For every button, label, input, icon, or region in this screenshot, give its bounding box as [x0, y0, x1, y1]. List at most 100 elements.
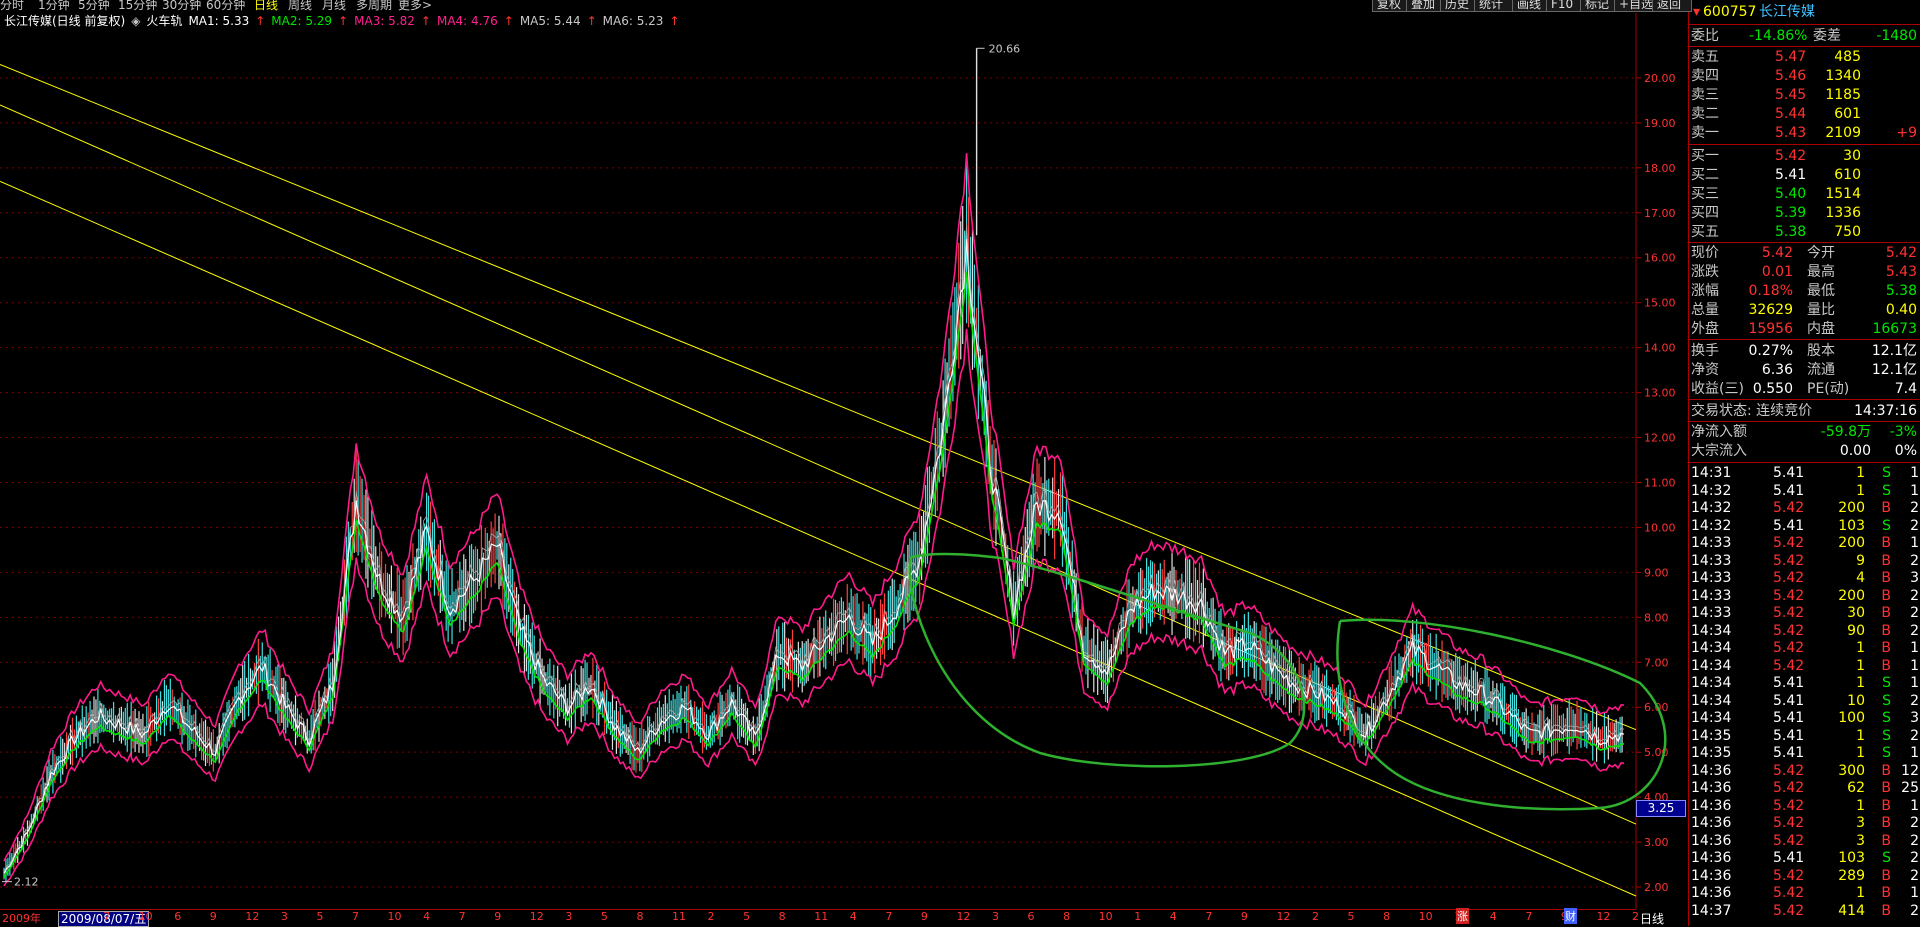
divider [1689, 339, 1920, 340]
x-tick-label: 2 [1632, 910, 1639, 923]
tick-count: 3 [1910, 570, 1919, 586]
stock-header[interactable]: ▾ 600757 长江传媒 [1689, 3, 1920, 21]
tick-row: 14:34 5.41 100 S 3 [1689, 709, 1920, 727]
ma-white [3, 238, 1625, 874]
tick-row: 14:36 5.42 300 B 12 [1689, 762, 1920, 780]
stat-row: 换手 0.27% 股本 12.1亿 [1689, 342, 1920, 360]
tick-direction: S [1882, 675, 1891, 691]
period-tab-2[interactable]: 5分钟 [78, 0, 110, 12]
period-tab-10[interactable]: 更多> [398, 0, 432, 12]
tick-count: 2 [1910, 587, 1919, 604]
tick-direction: B [1881, 832, 1891, 849]
x-tick-label: 5 [316, 910, 324, 923]
tick-volume: 3 [1856, 832, 1865, 849]
tick-row: 14:34 5.42 1 B 1 [1689, 657, 1920, 675]
period-tab-7[interactable]: 周线 [288, 0, 312, 12]
ask-label: 卖五 [1691, 49, 1719, 65]
stat-label: 股本 [1807, 343, 1835, 359]
flow-pct: 0% [1894, 443, 1917, 459]
stat-value: 0.27% [1748, 343, 1793, 359]
tick-count: 1 [1910, 465, 1919, 481]
tick-volume: 300 [1838, 762, 1865, 779]
legend-ma-3: MA3: 5.82 [354, 14, 415, 28]
bid-row: 买五 5.38 750 [1689, 223, 1920, 241]
tick-count: 1 [1910, 657, 1919, 674]
legend-indicator: 火车轨 [146, 14, 183, 28]
legend-ma-4: MA4: 4.76 [436, 14, 498, 28]
period-tab-0[interactable]: 分时 [0, 0, 24, 12]
period-tab-1[interactable]: 1分钟 [38, 0, 70, 12]
period-tab-8[interactable]: 月线 [322, 0, 346, 12]
tick-volume: 3 [1856, 815, 1865, 831]
divider [1689, 242, 1920, 243]
stat-label: 涨跌 [1691, 264, 1719, 280]
x-tick-label: 7 [1525, 910, 1533, 923]
tick-price: 5.41 [1773, 482, 1805, 499]
x-tick-label: 7 [352, 910, 359, 923]
tick-direction: B [1881, 657, 1891, 674]
tick-row: 14:34 5.42 1 B 1 [1689, 639, 1920, 657]
y-tick-label: 11.00 [1644, 476, 1676, 489]
tick-price: 5.41 [1773, 675, 1805, 691]
tick-count: 1 [1910, 482, 1919, 499]
tick-direction: S [1882, 517, 1891, 534]
tick-time: 14:36 [1691, 815, 1732, 831]
ask-label: 卖三 [1691, 87, 1719, 103]
period-tab-4[interactable]: 30分钟 [162, 0, 201, 12]
y-tick-label: 13.00 [1644, 387, 1676, 400]
tick-count: 2 [1910, 692, 1919, 709]
legend-arrow-icon: ↑ [420, 14, 431, 28]
ask-row: 卖一 5.43 2109 +9 [1689, 124, 1920, 142]
kline-chart[interactable]: 2.003.004.005.006.007.008.009.0010.0011.… [0, 13, 1688, 909]
period-tab-5[interactable]: 60分钟 [206, 0, 245, 12]
stat-label: 净资 [1691, 362, 1719, 378]
tick-price: 5.41 [1773, 710, 1805, 726]
y-tick-label: 2.00 [1644, 881, 1669, 894]
event-marker-1[interactable]: 财 [1564, 908, 1577, 924]
stat-row: 涨幅 0.18% 最低 5.38 [1689, 282, 1920, 300]
toolbar-button-8[interactable]: 返回 [1652, 0, 1692, 12]
flow-row: 净流入额 -59.8万 -3% [1689, 423, 1920, 441]
tick-time: 14:36 [1691, 797, 1732, 814]
tick-row: 14:34 5.42 90 B 2 [1689, 622, 1920, 640]
tick-volume: 1 [1856, 465, 1865, 481]
tick-time: 14:35 [1691, 727, 1732, 744]
tick-row: 14:35 5.41 1 S 2 [1689, 727, 1920, 745]
tick-count: 2 [1910, 605, 1919, 621]
period-tab-3[interactable]: 15分钟 [118, 0, 157, 12]
tick-row: 14:33 5.42 30 B 2 [1689, 604, 1920, 622]
event-marker-0[interactable]: 涨 [1456, 908, 1469, 924]
stat-value: 6.36 [1761, 362, 1793, 378]
flow-value: 0.00 [1839, 443, 1871, 459]
tick-count: 25 [1901, 780, 1919, 796]
period-tab-9[interactable]: 多周期 [356, 0, 392, 12]
tick-volume: 4 [1856, 570, 1865, 586]
tick-time: 14:34 [1691, 692, 1732, 709]
bid-volume: 750 [1834, 224, 1861, 240]
tick-price: 5.42 [1773, 605, 1805, 621]
weicha-value: -1480 [1876, 28, 1917, 44]
y-tick-label: 14.00 [1644, 342, 1676, 355]
legend-arrow-icon: ↑ [669, 14, 680, 28]
tick-price: 5.42 [1773, 832, 1805, 849]
chart-legend: 长江传媒(日线 前复权) ◈ 火车轨 MA1: 5.33 ↑ MA2: 5.29 ↑ MA3:… [4, 13, 692, 29]
x-tick-label: 11 [814, 910, 829, 923]
ask-label: 卖一 [1691, 125, 1719, 141]
bid-row: 买四 5.39 1336 [1689, 204, 1920, 222]
period-label[interactable]: 日线 [1640, 910, 1664, 927]
tick-direction: B [1881, 762, 1891, 779]
tick-direction: B [1881, 902, 1891, 919]
tick-direction: B [1881, 587, 1891, 604]
tick-price: 5.42 [1773, 622, 1805, 639]
x-tick-label: 11 [672, 910, 686, 923]
tick-time: 14:34 [1691, 710, 1732, 726]
y-tick-label: 12.00 [1644, 432, 1676, 445]
x-tick-label: 7 [885, 910, 893, 923]
period-tab-6[interactable]: 日线 [254, 0, 278, 12]
indicator-toggle-icon[interactable]: ◈ [131, 14, 140, 28]
tick-time: 14:35 [1691, 745, 1732, 761]
stat-label: 涨幅 [1691, 283, 1719, 299]
stat-row: 净资 6.36 流通 12.1亿 [1689, 361, 1920, 379]
stat-label: 收益(三) [1691, 381, 1744, 397]
tick-volume: 10 [1847, 692, 1865, 709]
